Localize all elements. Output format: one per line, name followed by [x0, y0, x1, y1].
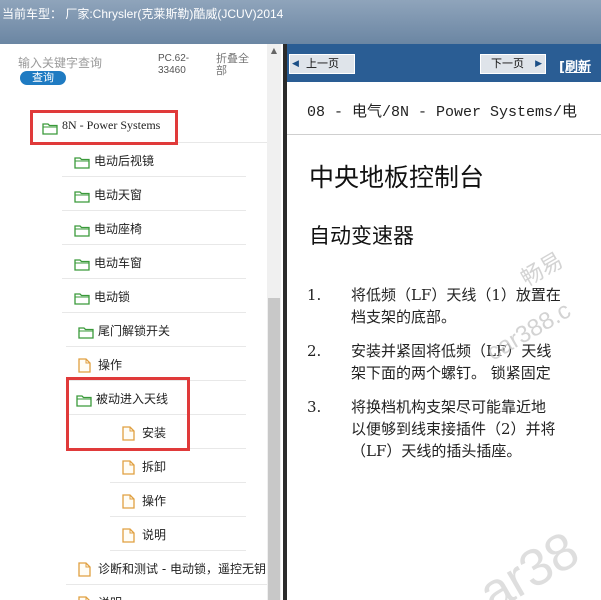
tree-item[interactable]: 操作	[110, 484, 246, 517]
step-text: 安装并紧固将低频（LF）天线 架下面的两个螺钉。 锁紧固定	[351, 342, 552, 382]
tree-item-label: 电动天窗	[94, 188, 143, 202]
tree-item-label: 说明	[98, 594, 122, 600]
document-icon	[78, 562, 91, 581]
search-button[interactable]: 查询	[20, 71, 66, 85]
folder-open-icon	[78, 324, 94, 343]
highlight-box-power-systems	[30, 110, 178, 145]
tree-item-label: 电动后视镜	[94, 154, 155, 168]
tree-item-label: 诊断和测试 - 电动锁，遥控无钥	[98, 562, 266, 576]
folder-open-icon	[74, 256, 90, 275]
tree-item[interactable]: 电动座椅	[62, 212, 246, 245]
document-icon	[78, 596, 91, 600]
tree-item[interactable]: 电动后视镜	[62, 144, 246, 177]
document-content: 08 - 电气/8N - Power Systems/电 中央地板控制台 自动变…	[287, 82, 601, 600]
arrow-left-icon: ◀	[292, 59, 299, 69]
tree-item-label: 尾门解锁开关	[98, 324, 171, 338]
tree-item[interactable]: 尾门解锁开关	[66, 314, 246, 347]
previous-page-label: 上一页	[306, 57, 339, 70]
tree-item-label: 操作	[98, 358, 123, 372]
refresh-link[interactable]: [刷新	[559, 56, 591, 75]
tree-item[interactable]: 拆卸	[110, 450, 246, 483]
search-input[interactable]	[18, 55, 138, 71]
scroll-up-button[interactable]: ▲	[267, 44, 281, 58]
document-panel: ◀ 上一页 下一页 ▶ [刷新 08 - 电气/8N - Power Syste…	[287, 44, 601, 600]
scrollbar-thumb[interactable]	[268, 298, 280, 600]
tree-item[interactable]: 说明	[66, 586, 246, 600]
section-title: 自动变速器	[309, 224, 414, 248]
previous-page-button[interactable]: ◀ 上一页	[289, 54, 355, 74]
document-icon	[122, 460, 135, 479]
tree-item-label: 电动锁	[94, 290, 131, 304]
document-icon	[122, 494, 135, 513]
search-area: 查询 PC.62-33460 折叠全部	[0, 44, 283, 90]
step-text: 将低频（LF）天线（1）放置在 档支架的底部。	[351, 286, 561, 326]
next-page-button[interactable]: 下一页 ▶	[480, 54, 546, 74]
tree-item[interactable]: 诊断和测试 - 电动锁，遥控无钥	[66, 552, 270, 585]
title-bar: 当前车型： 厂家:Chrysler(克莱斯勒)酷威(JCUV)2014	[0, 0, 601, 44]
tree-item[interactable]: 电动天窗	[62, 178, 246, 211]
document-nav-bar: ◀ 上一页 下一页 ▶ [刷新	[287, 44, 601, 82]
page-title: 中央地板控制台	[309, 163, 485, 192]
breadcrumb: 08 - 电气/8N - Power Systems/电	[307, 104, 578, 121]
highlight-box-passive-entry	[66, 377, 190, 451]
tree-item-label: 拆卸	[142, 460, 167, 474]
tree-item-label: 说明	[142, 528, 167, 542]
arrow-right-icon: ▶	[535, 59, 542, 69]
tree-item-label: 电动车窗	[94, 256, 143, 270]
tree-item[interactable]: 电动锁	[62, 280, 246, 313]
tree-item-label: 电动座椅	[94, 222, 143, 236]
step-text: 将换档机构支架尽可能靠近地 以便够到线束接插件（2）并将 （LF）天线的插头插座…	[351, 398, 556, 460]
folder-open-icon	[74, 188, 90, 207]
step-number: 2.	[307, 342, 322, 360]
tree-item[interactable]: 电动车窗	[62, 246, 246, 279]
document-code: PC.62-33460	[158, 53, 190, 76]
folder-open-icon	[74, 222, 90, 241]
collapse-all-button[interactable]: 折叠全部	[216, 53, 256, 77]
next-page-label: 下一页	[491, 57, 524, 70]
tree-item-label: 操作	[142, 494, 167, 508]
left-panel: 查询 PC.62-33460 折叠全部 8N - Power Systems电动…	[0, 44, 283, 600]
folder-open-icon	[74, 154, 90, 173]
watermark: ar38	[469, 520, 589, 600]
window-title: 当前车型： 厂家:Chrysler(克莱斯勒)酷威(JCUV)2014	[2, 7, 284, 21]
document-icon	[78, 358, 91, 377]
tree-item[interactable]: 说明	[110, 518, 246, 551]
document-icon	[122, 528, 135, 547]
step-number: 3.	[307, 398, 322, 416]
step-number: 1.	[307, 286, 322, 304]
divider	[287, 134, 601, 135]
folder-open-icon	[74, 290, 90, 309]
